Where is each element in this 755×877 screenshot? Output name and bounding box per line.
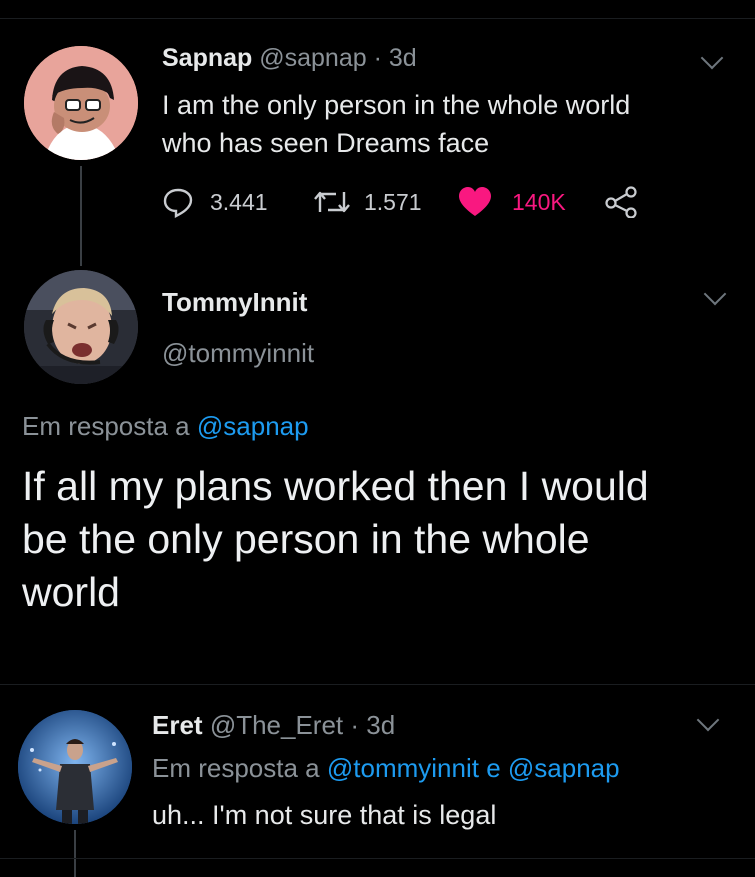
tweet-text-line: If all my plans worked then I would [22, 463, 649, 509]
tweet-text-line: who has seen Dreams face [162, 128, 490, 158]
reply-context: Em resposta a @tommyinnit e @sapnap [152, 753, 620, 784]
retweet-icon [314, 191, 350, 213]
tweet-text-line: world [22, 569, 120, 615]
reply-prefix: Em resposta a [22, 411, 190, 441]
avatar-eret[interactable] [18, 710, 132, 824]
share-button[interactable] [604, 186, 638, 218]
chevron-down-icon[interactable] [696, 708, 720, 732]
top-divider [0, 18, 755, 19]
reply-icon [163, 188, 193, 218]
mention-sapnap[interactable]: @sapnap [508, 753, 620, 783]
chevron-down-icon[interactable] [703, 282, 727, 306]
reply-button[interactable]: 3.441 [162, 186, 268, 218]
handle[interactable]: @The_Eret [210, 710, 343, 740]
bottom-divider [0, 858, 755, 859]
chevron-down-icon[interactable] [700, 46, 724, 70]
display-name[interactable]: Eret [152, 710, 203, 740]
tweet-text-line: I am the only person in the whole world [162, 90, 631, 120]
tweet-text: I am the only person in the whole world … [162, 86, 630, 162]
tweet-header: Sapnap @sapnap · 3d [162, 44, 417, 73]
thread-line [74, 830, 76, 877]
thread-line [80, 166, 82, 266]
tweet-text: uh... I'm not sure that is legal [152, 800, 497, 830]
tweet-text-line: be the only person in the whole [22, 516, 590, 562]
handle[interactable]: @tommyinnit [162, 338, 314, 369]
reply-count: 3.441 [210, 188, 268, 215]
mention-tommyinnit[interactable]: @tommyinnit [327, 753, 479, 783]
share-icon [605, 186, 637, 218]
display-name[interactable]: TommyInnit [162, 287, 307, 318]
reply-prefix: Em resposta a [152, 753, 320, 783]
eret-avatar-photo [18, 710, 132, 824]
tommyinnit-avatar-photo [24, 270, 138, 384]
timestamp[interactable]: · 3d [350, 710, 395, 740]
sapnap-avatar-illustration [24, 46, 138, 160]
reply-context: Em resposta a @sapnap [22, 411, 309, 442]
retweet-count: 1.571 [364, 188, 422, 215]
mention-sapnap[interactable]: @sapnap [197, 411, 309, 441]
timestamp[interactable]: · 3d [374, 44, 417, 72]
handle[interactable]: @sapnap [259, 44, 366, 72]
like-button[interactable]: 140K [458, 186, 566, 218]
retweet-button[interactable]: 1.571 [312, 186, 422, 218]
reply-joiner: e [486, 753, 501, 783]
like-count: 140K [512, 188, 566, 215]
display-name[interactable]: Sapnap [162, 44, 252, 72]
tweet-text: If all my plans worked then I would be t… [22, 460, 649, 619]
avatar-sapnap[interactable] [24, 46, 138, 160]
heart-icon [459, 187, 491, 216]
section-divider [0, 684, 755, 685]
tweet-header: Eret @The_Eret · 3d [152, 710, 395, 741]
avatar-tommyinnit[interactable] [24, 270, 138, 384]
